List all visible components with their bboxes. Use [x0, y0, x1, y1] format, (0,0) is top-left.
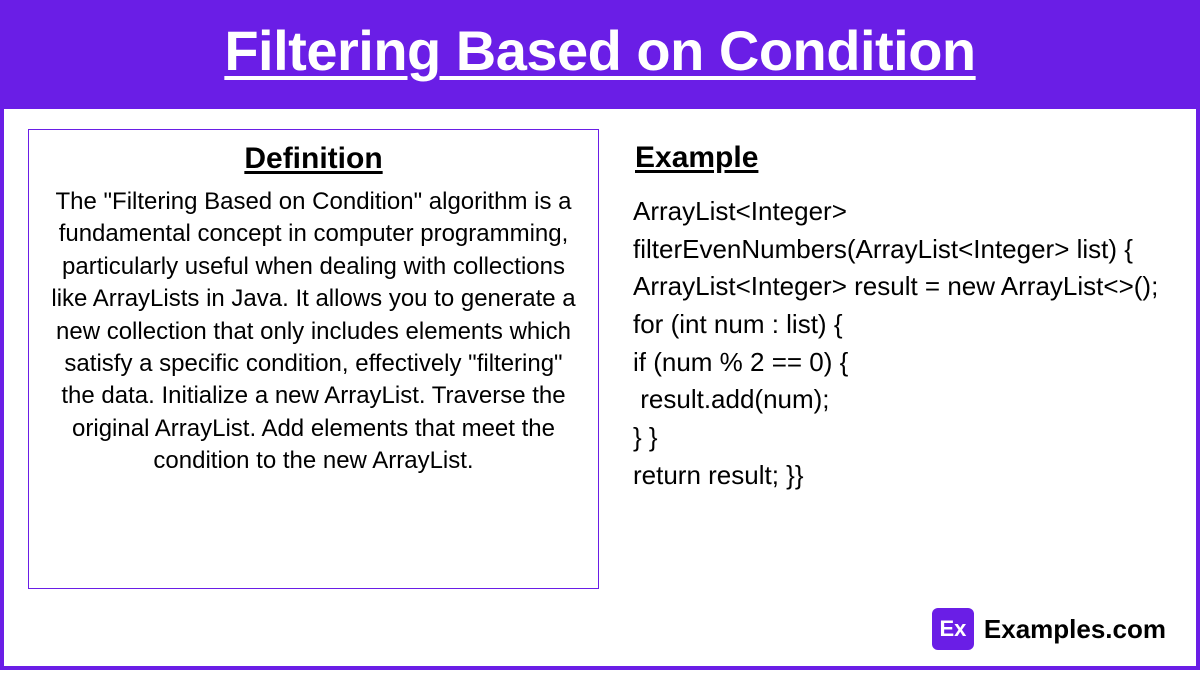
content-container: Definition The "Filtering Based on Condi… — [0, 105, 1200, 670]
definition-panel: Definition The "Filtering Based on Condi… — [28, 129, 599, 589]
logo-text: Examples.com — [984, 614, 1166, 645]
definition-heading: Definition — [244, 142, 382, 176]
logo-icon: Ex — [932, 608, 974, 650]
footer-logo: Ex Examples.com — [932, 608, 1166, 650]
page-title: Filtering Based on Condition — [0, 18, 1200, 83]
example-code: ArrayList<Integer> filterEvenNumbers(Arr… — [633, 193, 1162, 495]
definition-body: The "Filtering Based on Condition" algor… — [49, 186, 578, 478]
page-header: Filtering Based on Condition — [0, 0, 1200, 105]
example-panel: Example ArrayList<Integer> filterEvenNum… — [627, 129, 1172, 648]
example-heading: Example — [635, 141, 1162, 175]
